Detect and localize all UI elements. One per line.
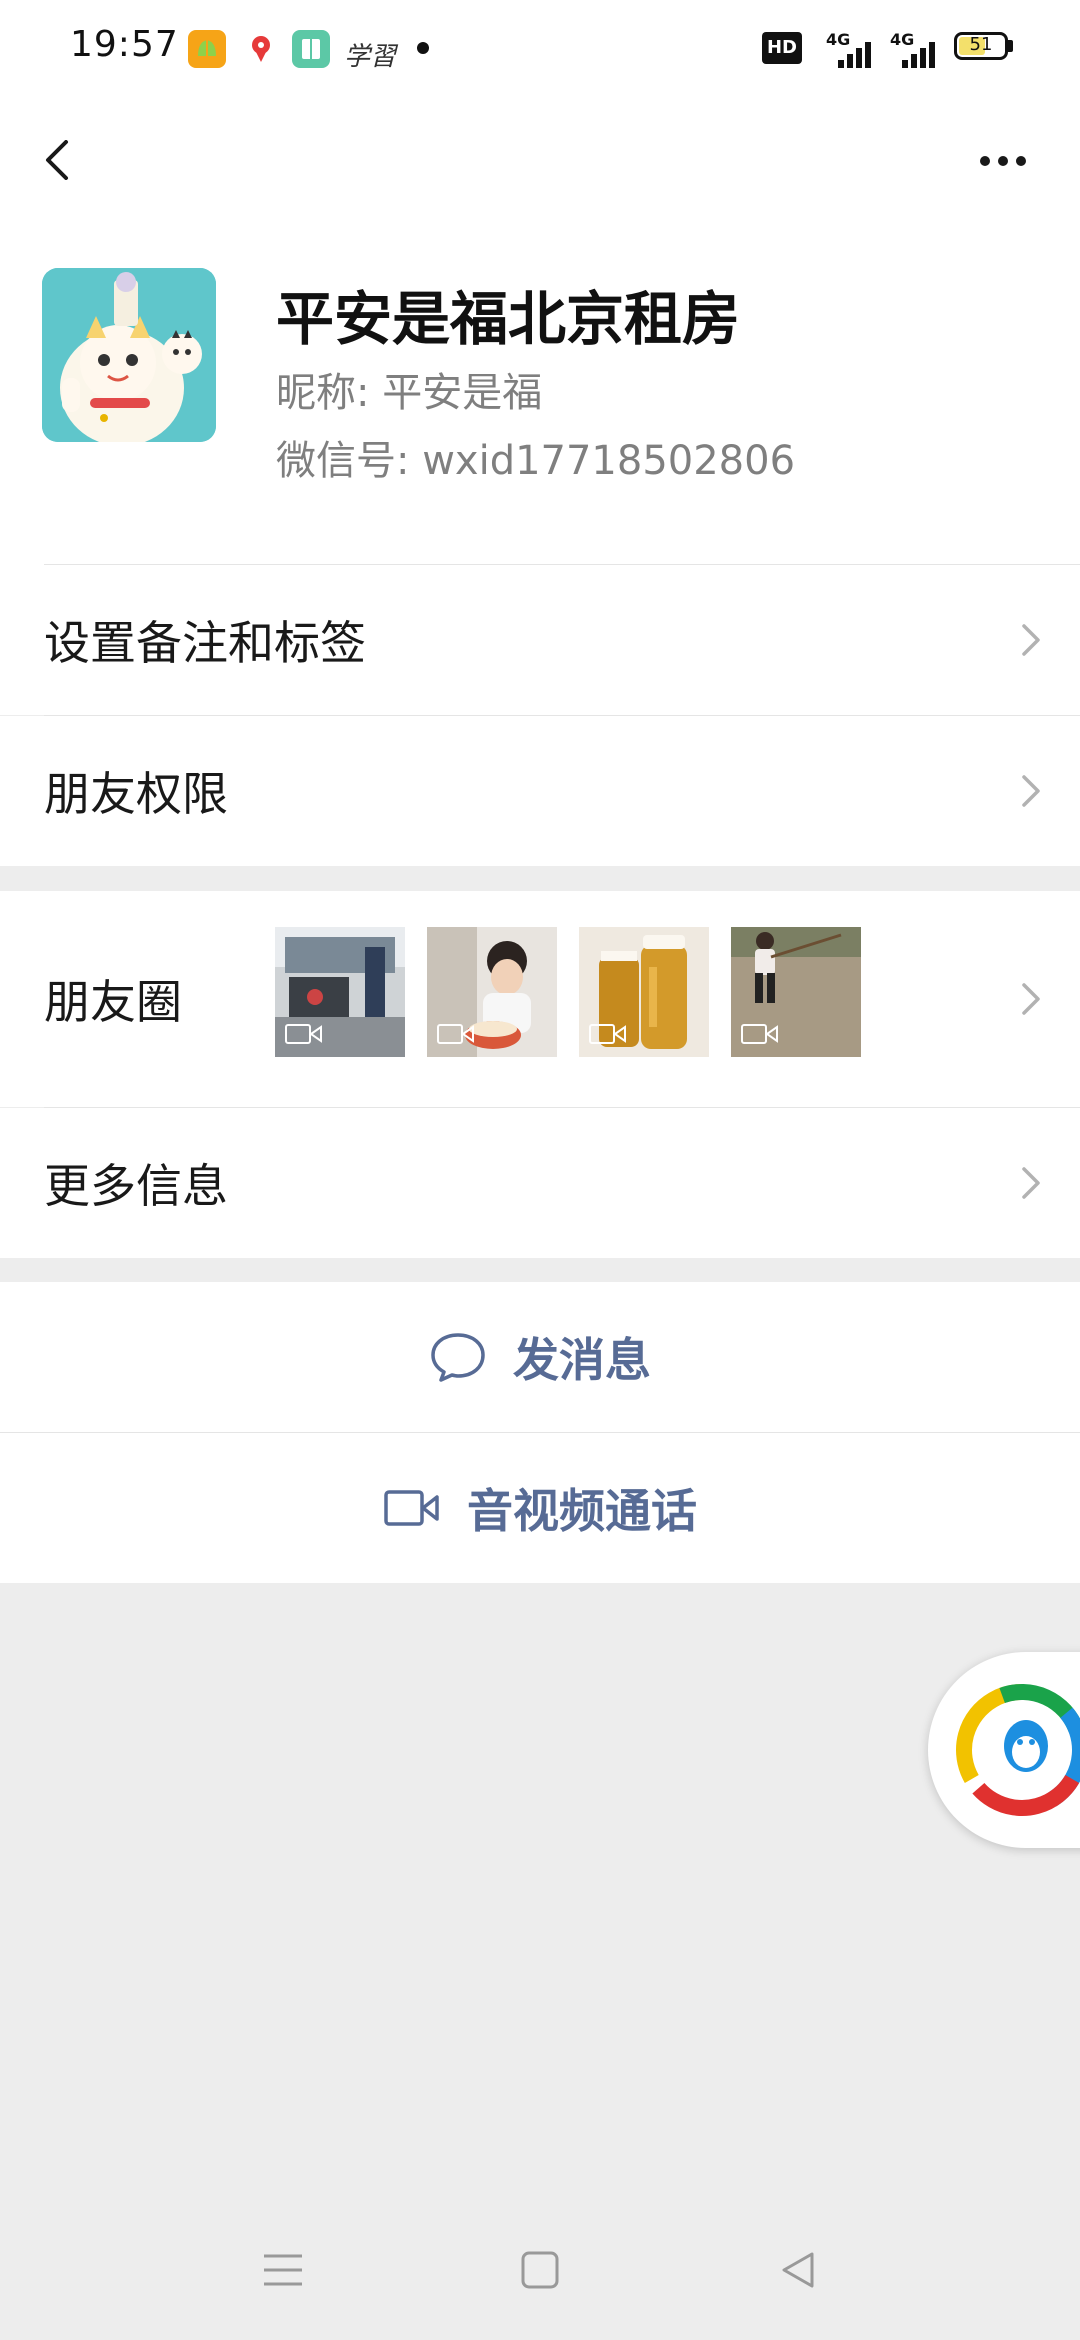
video-camera-icon (384, 1490, 439, 1526)
chevron-right-icon (1022, 624, 1040, 656)
status-time: 19:57 (70, 24, 179, 65)
floating-app-bubble[interactable] (928, 1652, 1080, 1848)
notification-dot-icon (417, 42, 429, 54)
back-triangle-icon[interactable] (778, 2250, 818, 2290)
video-icon (285, 1024, 322, 1044)
map-pin-app-icon (242, 30, 280, 68)
display-name: 平安是福北京租房 (276, 285, 741, 353)
notes-app-icon (188, 30, 226, 68)
hd-badge: HD (762, 32, 802, 64)
signal-bars-icon (902, 38, 944, 68)
moments-label: 朋友圈 (44, 975, 182, 1029)
moments-thumbnail (427, 927, 557, 1057)
video-call-label: 音视频通话 (467, 1484, 697, 1538)
moments-thumbnail (275, 927, 405, 1057)
study-app-icon: 学習 (344, 42, 397, 72)
battery-tip (1008, 40, 1013, 52)
friend-permissions-label: 朋友权限 (44, 767, 228, 821)
chat-bubble-icon (431, 1333, 485, 1382)
moments-thumbnail (731, 927, 861, 1057)
book-app-icon (292, 30, 330, 68)
more-info-label: 更多信息 (44, 1159, 228, 1213)
status-bar: 19:57 学習 HD 4G 4G 51 (0, 0, 1080, 96)
chevron-left-icon[interactable] (40, 140, 80, 180)
wechat-id: 微信号: wxid17718502806 (276, 438, 796, 484)
video-call-button[interactable]: 音视频通话 (0, 1433, 1080, 1583)
menu-icon[interactable] (262, 2250, 304, 2290)
more-info-row[interactable]: 更多信息 (0, 1108, 1080, 1258)
home-square-icon[interactable] (520, 2250, 560, 2290)
avatar[interactable] (42, 268, 216, 442)
more-dots-icon[interactable] (976, 150, 1032, 170)
battery-icon: 51 (954, 32, 1008, 60)
send-message-label: 发消息 (513, 1333, 651, 1387)
signal-bars-icon (838, 38, 880, 68)
chevron-right-icon (1022, 1167, 1040, 1199)
chevron-right-icon (1022, 775, 1040, 807)
video-icon (589, 1024, 626, 1044)
video-icon (741, 1024, 778, 1044)
friend-permissions-row[interactable]: 朋友权限 (0, 716, 1080, 866)
moments-thumbnail (579, 927, 709, 1057)
moments-row[interactable]: 朋友圈 (0, 891, 1080, 1107)
video-icon (437, 1024, 474, 1044)
send-message-button[interactable]: 发消息 (0, 1282, 1080, 1432)
chevron-right-icon (1022, 983, 1040, 1015)
remarks-tags-label: 设置备注和标签 (44, 616, 366, 670)
qq-browser-icon (956, 1683, 1080, 1816)
battery-level: 51 (969, 34, 993, 55)
nickname: 昵称: 平安是福 (276, 370, 543, 416)
remarks-tags-row[interactable]: 设置备注和标签 (0, 565, 1080, 715)
